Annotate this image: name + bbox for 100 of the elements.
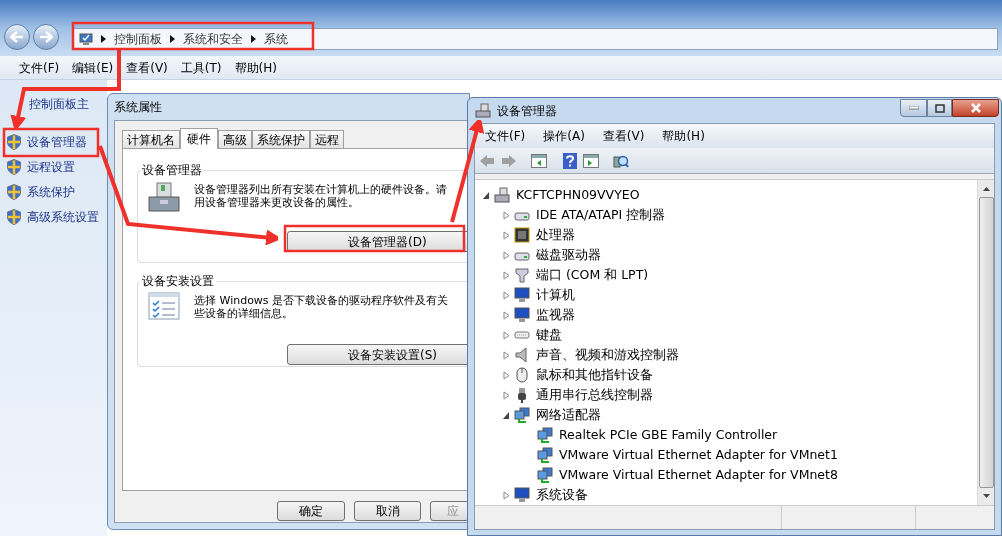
menu-item[interactable]: 帮助(H)	[234, 58, 277, 77]
tree-item[interactable]: IDE ATA/ATAPI 控制器	[534, 205, 666, 225]
close-icon	[969, 103, 982, 113]
group-title: 设备安装设置	[140, 274, 216, 288]
tree-item[interactable]: 键盘	[534, 325, 562, 345]
expand-arrow-icon[interactable]	[503, 350, 510, 360]
expand-arrow-icon[interactable]	[503, 310, 510, 320]
chevron-icon	[101, 35, 106, 43]
sidebar-home-link[interactable]: 控制面板主	[0, 95, 107, 113]
window-title: 设备管理器	[497, 102, 557, 120]
tab[interactable]: 远程	[310, 130, 344, 148]
monitor-icon	[514, 307, 530, 323]
tree-item[interactable]: VMware Virtual Ethernet Adapter for VMnet8	[557, 465, 838, 485]
chevron-icon	[170, 35, 175, 43]
network-icon	[537, 447, 553, 463]
port-icon	[514, 267, 530, 283]
sidebar-link[interactable]: 设备管理器	[27, 133, 87, 151]
dialog-title: 系统属性	[113, 99, 163, 116]
dialog-button[interactable]: 确定	[277, 501, 345, 521]
shield-icon	[7, 209, 21, 225]
tree-item[interactable]: VMware Virtual Ethernet Adapter for VMnet1	[557, 445, 838, 465]
close-button[interactable]	[952, 99, 999, 117]
shield-icon	[7, 159, 21, 175]
device-toolbox-icon	[148, 181, 180, 213]
scroll-thumb[interactable]	[978, 197, 994, 488]
expand-arrow-icon[interactable]	[503, 370, 510, 380]
expand-arrow-icon[interactable]	[503, 290, 510, 300]
maximize-icon	[934, 103, 945, 113]
network-icon	[514, 407, 530, 423]
breadcrumb-item[interactable]: 系统和安全	[183, 30, 243, 48]
mouse-icon	[514, 367, 530, 383]
collapse-arrow-icon[interactable]	[483, 190, 490, 200]
shield-icon	[7, 184, 21, 200]
device-manager-icon	[475, 102, 491, 119]
sidebar-link[interactable]: 高级系统设置	[27, 208, 99, 226]
expand-arrow-icon[interactable]	[503, 270, 510, 280]
menu-item[interactable]: 查看(V)	[126, 58, 168, 77]
tree-item[interactable]: KCFTCPHN09VVYEO	[514, 185, 640, 205]
expand-arrow-icon[interactable]	[503, 390, 510, 400]
minimize-button[interactable]	[900, 99, 927, 117]
back-arrow-icon[interactable]	[479, 153, 495, 168]
computer-icon	[494, 187, 510, 203]
monitor-icon	[514, 287, 530, 303]
address-bar[interactable]: 控制面板 系统和安全 系统	[72, 28, 998, 50]
expand-arrow-icon[interactable]	[503, 330, 510, 340]
tree-item[interactable]: 监视器	[534, 305, 575, 325]
sidebar-link[interactable]: 远程设置	[27, 158, 75, 176]
scrollbar[interactable]	[977, 180, 994, 505]
minimize-icon	[908, 106, 919, 110]
breadcrumb-item[interactable]: 系统	[264, 30, 288, 48]
tree-item[interactable]: 处理器	[534, 225, 575, 245]
menu-item[interactable]: 文件(F)	[485, 127, 526, 145]
speaker-icon	[514, 347, 530, 363]
network-icon	[537, 467, 553, 483]
pane-icon[interactable]	[583, 153, 599, 168]
tab[interactable]: 高级	[218, 130, 252, 148]
tree-item[interactable]: Realtek PCIe GBE Family Controller	[557, 425, 778, 445]
network-icon	[537, 427, 553, 443]
tab[interactable]: 硬件	[180, 128, 218, 149]
expand-arrow-icon[interactable]	[503, 490, 510, 500]
chevron-icon	[251, 35, 256, 43]
tree-item[interactable]: 端口 (COM 和 LPT)	[534, 265, 649, 285]
back-arrow-icon	[10, 31, 24, 43]
expand-arrow-icon[interactable]	[503, 230, 510, 240]
monitor-icon	[514, 487, 530, 503]
menu-item[interactable]: 编辑(E)	[72, 58, 114, 77]
group-title: 设备管理器	[140, 163, 204, 177]
menu-item[interactable]: 帮助(H)	[662, 127, 705, 145]
collapse-arrow-icon[interactable]	[503, 410, 510, 420]
tree-item[interactable]: 声音、视频和游戏控制器	[534, 345, 679, 365]
menu-item[interactable]: 工具(T)	[180, 58, 222, 77]
forward-arrow-icon	[39, 31, 53, 43]
dialog-button[interactable]: 设备安装设置(S)	[287, 344, 469, 365]
forward-arrow-icon[interactable]	[501, 153, 517, 168]
expand-arrow-icon[interactable]	[503, 210, 510, 220]
sidebar-link[interactable]: 系统保护	[27, 183, 75, 201]
tab[interactable]: 计算机名	[122, 130, 180, 148]
menu-item[interactable]: 查看(V)	[602, 127, 645, 145]
tree-item[interactable]: 计算机	[534, 285, 575, 305]
tree-item[interactable]: 磁盘驱动器	[534, 245, 601, 265]
forward-button[interactable]	[33, 24, 59, 50]
tree-item[interactable]: 鼠标和其他指针设备	[534, 365, 653, 385]
menu-item[interactable]: 操作(A)	[543, 127, 585, 145]
chip-icon	[514, 227, 530, 243]
expand-arrow-icon[interactable]	[503, 250, 510, 260]
tree-item[interactable]: 系统设备	[534, 485, 588, 505]
tab[interactable]: 系统保护	[252, 130, 310, 148]
tree-item[interactable]: 通用串行总线控制器	[534, 385, 653, 405]
back-button[interactable]	[4, 24, 30, 50]
breadcrumb-item[interactable]: 控制面板	[114, 30, 162, 48]
menu-item[interactable]: 文件(F)	[19, 58, 60, 77]
tree-item[interactable]: 网络适配器	[534, 405, 601, 425]
group-description: 选择 Windows 是否下载设备的驱动程序软件及有关 些设备的详细信息。	[194, 293, 449, 322]
group-description: 设备管理器列出所有安装在计算机上的硬件设备。请 用设备管理器来更改设备的属性。	[194, 182, 447, 211]
dialog-button[interactable]: 取消	[353, 501, 422, 521]
shield-icon	[7, 134, 21, 150]
computer-icon	[79, 32, 93, 46]
pane-icon[interactable]	[531, 153, 547, 168]
maximize-button[interactable]	[927, 99, 952, 117]
help-icon[interactable]	[563, 152, 577, 169]
